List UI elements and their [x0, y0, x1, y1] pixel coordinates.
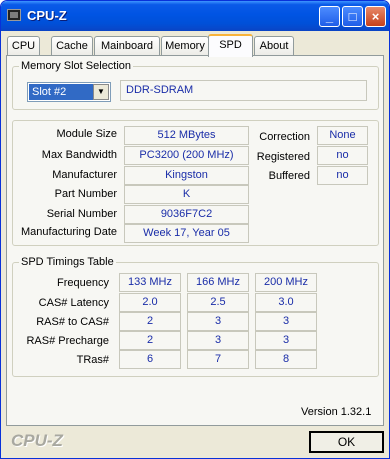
part-number-label: Part Number — [54, 188, 117, 200]
maximize-button[interactable]: □ — [342, 6, 363, 27]
module-size-label: Module Size — [56, 128, 117, 140]
timing-cell: 3.0 — [255, 293, 317, 312]
memory-type-field: DDR-SDRAM — [120, 80, 367, 101]
timing-cell: 200 MHz — [255, 273, 317, 292]
timing-cell: 2 — [119, 331, 181, 350]
minimize-button[interactable]: _ — [319, 6, 340, 27]
timing-cell: 3 — [187, 312, 249, 331]
tab-spd[interactable]: SPD — [208, 34, 253, 57]
cpu-chip-icon — [7, 9, 21, 21]
serial-number-label: Serial Number — [46, 208, 117, 220]
tab-cache[interactable]: Cache — [51, 36, 93, 56]
chevron-down-icon[interactable]: ▼ — [93, 84, 109, 100]
serial-number-value: 9036F7C2 — [124, 205, 249, 224]
timing-cell: 8 — [255, 350, 317, 369]
cpuz-brand-logo: CPU-Z — [11, 431, 63, 450]
tab-memory[interactable]: Memory — [161, 36, 209, 56]
ras-to-cas-label: RAS# to CAS# — [36, 316, 109, 328]
part-number-value: K — [124, 185, 249, 204]
timing-cell: 133 MHz — [119, 273, 181, 292]
tab-cpu[interactable]: CPU — [7, 36, 40, 56]
buffered-value: no — [317, 166, 368, 185]
max-bandwidth-label: Max Bandwidth — [41, 149, 117, 161]
tab-about[interactable]: About — [254, 36, 294, 56]
manufacturer-label: Manufacturer — [52, 169, 117, 181]
timing-cell: 7 — [187, 350, 249, 369]
frequency-label: Frequency — [57, 277, 109, 289]
cas-latency-label: CAS# Latency — [38, 297, 109, 309]
ok-button[interactable]: OK — [309, 431, 384, 453]
cpuz-window: CPU-Z _ □ × CPU Cache Mainboard Memory S… — [0, 0, 390, 459]
timing-cell: 2.0 — [119, 293, 181, 312]
correction-label: Correction — [259, 131, 310, 143]
timing-cell: 2 — [119, 312, 181, 331]
tras-label: TRas# — [76, 354, 109, 366]
slot-select[interactable]: Slot #2 ▼ — [27, 82, 111, 102]
timing-cell: 2.5 — [187, 293, 249, 312]
slot-select-value: Slot #2 — [29, 84, 93, 100]
timing-cell: 3 — [255, 312, 317, 331]
title-bar[interactable]: CPU-Z _ □ × — [1, 1, 389, 31]
timing-cell: 3 — [187, 331, 249, 350]
timing-cell: 166 MHz — [187, 273, 249, 292]
manufacturer-value: Kingston — [124, 166, 249, 185]
module-size-value: 512 MBytes — [124, 126, 249, 145]
max-bandwidth-value: PC3200 (200 MHz) — [124, 146, 249, 165]
spd-timings-title: SPD Timings Table — [19, 256, 116, 268]
manufacturing-date-label: Manufacturing Date — [21, 226, 117, 238]
close-button[interactable]: × — [365, 6, 386, 27]
manufacturing-date-value: Week 17, Year 05 — [124, 224, 249, 243]
ras-precharge-label: RAS# Precharge — [26, 335, 109, 347]
version-label: Version 1.32.1 — [301, 406, 372, 418]
buffered-label: Buffered — [268, 170, 310, 182]
correction-value: None — [317, 126, 368, 145]
timing-cell: 6 — [119, 350, 181, 369]
timing-cell: 3 — [255, 331, 317, 350]
registered-label: Registered — [256, 151, 310, 163]
tab-mainboard[interactable]: Mainboard — [94, 36, 160, 56]
registered-value: no — [317, 146, 368, 165]
slot-selection-title: Memory Slot Selection — [19, 60, 134, 72]
window-title: CPU-Z — [27, 8, 67, 23]
